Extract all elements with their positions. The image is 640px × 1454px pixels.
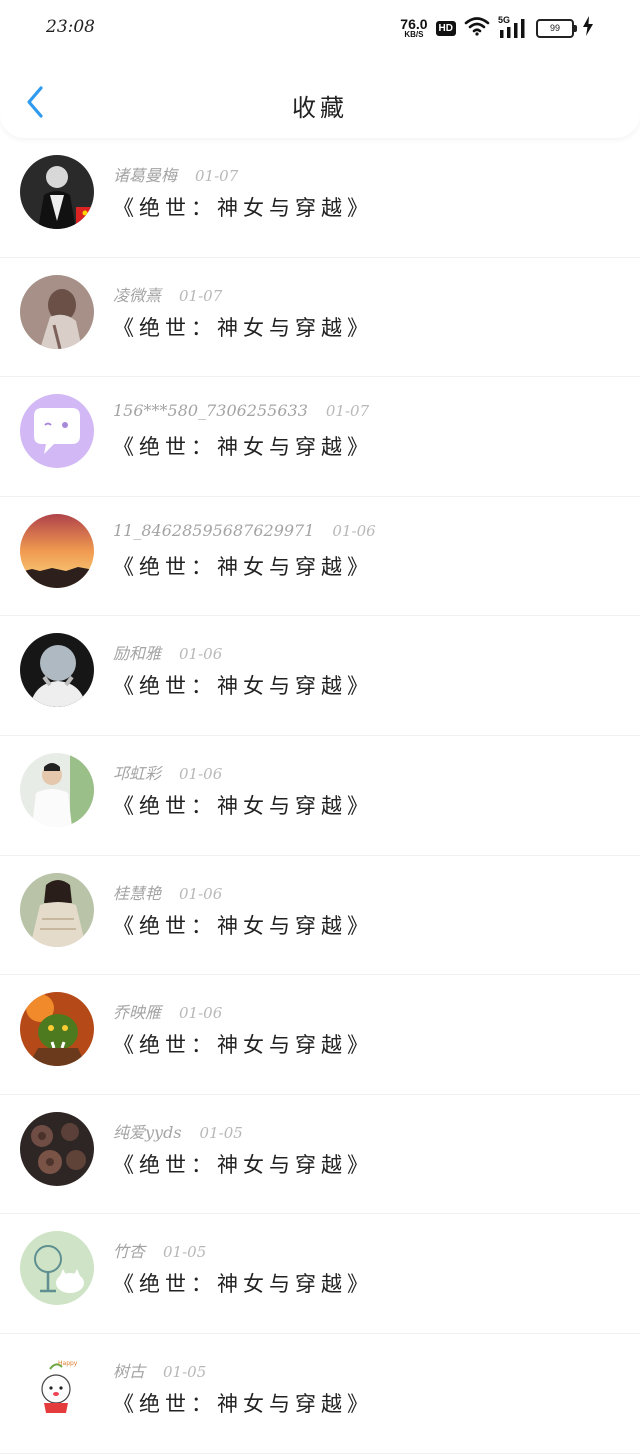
signal-5g-icon: 5G <box>498 15 528 39</box>
avatar[interactable] <box>20 992 94 1067</box>
status-time: 23:08 <box>46 17 95 37</box>
avatar[interactable] <box>20 1231 94 1306</box>
username[interactable]: 156***580_7306255633 <box>113 401 308 420</box>
battery-level: 99 <box>549 23 560 33</box>
avatar[interactable] <box>20 155 94 229</box>
status-bar: 23:08 76.0 KB/S HD 5G 99 <box>0 0 640 58</box>
favorite-title[interactable]: 《绝世：神女与穿越》 <box>113 670 373 700</box>
favorite-meta: 诸葛曼梅 01-07 <box>113 162 238 186</box>
favorite-item[interactable]: 邛虹彩 01-06 《绝世：神女与穿越》 <box>0 736 640 856</box>
favorite-item[interactable]: 11_84628595687629971 01-06 《绝世：神女与穿越》 <box>0 497 640 617</box>
favorite-title[interactable]: 《绝世：神女与穿越》 <box>113 790 373 820</box>
favorite-title[interactable]: 《绝世：神女与穿越》 <box>113 1149 373 1179</box>
favorite-item[interactable]: 诸葛曼梅 01-07 《绝世：神女与穿越》 <box>0 138 640 258</box>
favorite-title[interactable]: 《绝世：神女与穿越》 <box>113 1388 373 1418</box>
favorite-date: 01-06 <box>179 764 223 783</box>
favorite-meta: 邛虹彩 01-06 <box>113 760 222 784</box>
favorite-meta: 竹杏 01-05 <box>113 1238 206 1262</box>
favorite-item[interactable]: 纯爱yyds 01-05 《绝世：神女与穿越》 <box>0 1095 640 1215</box>
status-icons: 76.0 KB/S HD 5G 99 <box>400 15 594 40</box>
favorites-list: 诸葛曼梅 01-07 《绝世：神女与穿越》 凌微熹 01-07 《绝世：神女与穿越》 156… <box>0 138 640 1454</box>
favorite-item[interactable]: Happy 树古 01-05 《绝世：神女与穿越》 <box>0 1334 640 1454</box>
avatar[interactable]: Happy <box>20 1350 94 1425</box>
favorite-item[interactable]: 励和雅 01-06 《绝世：神女与穿越》 <box>0 616 640 736</box>
favorite-title[interactable]: 《绝世：神女与穿越》 <box>113 1029 373 1059</box>
username[interactable]: 乔映雁 <box>113 999 161 1023</box>
username[interactable]: 竹杏 <box>113 1238 145 1262</box>
net-speed: 76.0 KB/S <box>400 17 427 39</box>
page-title: 收藏 <box>292 94 348 122</box>
favorite-item[interactable]: 凌微熹 01-07 《绝世：神女与穿越》 <box>0 258 640 378</box>
svg-text:Happy: Happy <box>58 1360 78 1367</box>
favorite-title[interactable]: 《绝世：神女与穿越》 <box>113 431 373 461</box>
favorite-meta: 乔映雁 01-06 <box>113 999 222 1023</box>
avatar[interactable] <box>20 394 94 469</box>
username[interactable]: 励和雅 <box>113 640 161 664</box>
favorite-date: 01-05 <box>163 1362 207 1381</box>
favorite-title[interactable]: 《绝世：神女与穿越》 <box>113 1268 373 1298</box>
favorite-item[interactable]: 桂慧艳 01-06 《绝世：神女与穿越》 <box>0 856 640 976</box>
hd-badge: HD <box>435 20 456 36</box>
favorite-date: 01-05 <box>163 1243 207 1262</box>
username[interactable]: 纯爱yyds <box>113 1119 182 1143</box>
avatar[interactable] <box>20 1111 94 1186</box>
favorite-meta: 树古 01-05 <box>113 1358 206 1382</box>
net-speed-value: 76.0 <box>400 16 428 32</box>
favorite-title[interactable]: 《绝世：神女与穿越》 <box>113 192 373 222</box>
favorite-date: 01-07 <box>179 286 223 305</box>
username[interactable]: 桂慧艳 <box>113 880 161 904</box>
favorite-item[interactable]: 竹杏 01-05 《绝世：神女与穿越》 <box>0 1214 640 1334</box>
avatar[interactable] <box>20 752 94 827</box>
favorite-meta: 凌微熹 01-07 <box>113 282 222 306</box>
avatar[interactable] <box>20 274 94 349</box>
charging-icon <box>582 16 594 40</box>
favorite-date: 01-06 <box>179 645 223 664</box>
favorite-date: 01-06 <box>332 521 376 540</box>
nav-bar: 收藏 <box>0 70 640 138</box>
favorite-date: 01-07 <box>195 167 239 185</box>
favorite-meta: 桂慧艳 01-06 <box>113 880 222 904</box>
favorite-title[interactable]: 《绝世：神女与穿越》 <box>113 551 373 581</box>
favorite-title[interactable]: 《绝世：神女与穿越》 <box>113 312 373 342</box>
avatar[interactable] <box>20 633 94 708</box>
username[interactable]: 树古 <box>113 1358 145 1382</box>
favorite-item[interactable]: 乔映雁 01-06 《绝世：神女与穿越》 <box>0 975 640 1095</box>
favorite-meta: 纯爱yyds 01-05 <box>113 1119 243 1143</box>
username[interactable]: 11_84628595687629971 <box>113 521 314 540</box>
net-speed-unit: KB/S <box>404 30 424 39</box>
avatar[interactable] <box>20 872 94 947</box>
username[interactable]: 邛虹彩 <box>113 760 161 784</box>
favorite-date: 01-05 <box>199 1123 243 1142</box>
username[interactable]: 诸葛曼梅 <box>113 162 177 186</box>
favorite-date: 01-06 <box>179 1004 223 1023</box>
battery-icon: 99 <box>536 18 577 38</box>
favorite-meta: 11_84628595687629971 01-06 <box>113 521 376 540</box>
favorite-date: 01-07 <box>325 402 370 421</box>
top-bar: 23:08 76.0 KB/S HD 5G 99 收藏 <box>0 0 640 138</box>
favorite-title[interactable]: 《绝世：神女与穿越》 <box>113 910 373 940</box>
favorite-meta: 励和雅 01-06 <box>113 640 222 664</box>
wifi-icon <box>464 16 490 40</box>
avatar[interactable] <box>20 513 94 588</box>
favorite-item[interactable]: 156***580_7306255633 01-07 《绝世：神女与穿越》 <box>0 377 640 497</box>
username[interactable]: 凌微熹 <box>113 282 161 306</box>
favorite-meta: 156***580_7306255633 01-07 <box>113 401 369 420</box>
favorite-date: 01-06 <box>179 884 223 903</box>
